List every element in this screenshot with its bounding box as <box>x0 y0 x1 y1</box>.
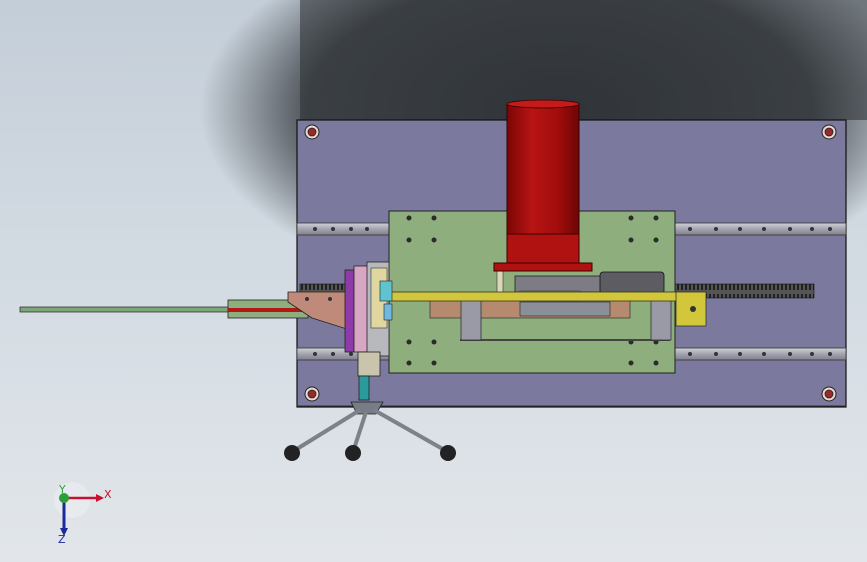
rail-hole <box>810 352 814 356</box>
rail-hole <box>828 227 832 231</box>
rail-hole <box>828 352 832 356</box>
rail-hole <box>313 227 317 231</box>
bolt-icon <box>821 386 837 402</box>
carriage-hole <box>628 360 634 366</box>
rail-hole <box>688 227 692 231</box>
rail-hole <box>738 227 742 231</box>
carriage-hole <box>431 215 437 221</box>
carriage-hole <box>653 360 659 366</box>
carriage-hole <box>406 360 412 366</box>
bolt-icon <box>304 386 320 402</box>
carriage-hole <box>653 237 659 243</box>
rail-hole <box>738 352 742 356</box>
bolt-icon <box>304 124 320 140</box>
x-axis-label: X <box>104 488 112 501</box>
servo-motor[interactable] <box>493 99 593 272</box>
carriage-hole <box>653 215 659 221</box>
rail-hole <box>788 352 792 356</box>
carriage-hole <box>406 215 412 221</box>
carriage-hole <box>431 339 437 345</box>
carriage-hole <box>628 215 634 221</box>
rail-hole <box>331 352 335 356</box>
rail-hole <box>788 227 792 231</box>
carriage-hole <box>406 339 412 345</box>
rail-hole <box>810 227 814 231</box>
rail-hole <box>365 227 369 231</box>
rail-hole <box>714 227 718 231</box>
rail-hole <box>349 352 353 356</box>
rail-hole <box>762 227 766 231</box>
tripod-stand-icon[interactable] <box>284 401 456 461</box>
bolt-icon <box>821 124 837 140</box>
coordinate-triad-icon: X Y Z <box>54 482 112 546</box>
y-axis-label: Y <box>58 483 66 496</box>
rail-hole <box>688 352 692 356</box>
rail-hole <box>714 352 718 356</box>
carriage-hole <box>406 237 412 243</box>
carriage-hole <box>431 237 437 243</box>
rail-hole <box>349 227 353 231</box>
rail-hole <box>331 227 335 231</box>
carriage-hole <box>431 360 437 366</box>
rail-hole <box>762 352 766 356</box>
z-axis-label: Z <box>58 533 66 546</box>
carriage-hole <box>628 237 634 243</box>
rail-hole <box>313 352 317 356</box>
cad-viewport[interactable]: X Y Z <box>0 0 867 562</box>
